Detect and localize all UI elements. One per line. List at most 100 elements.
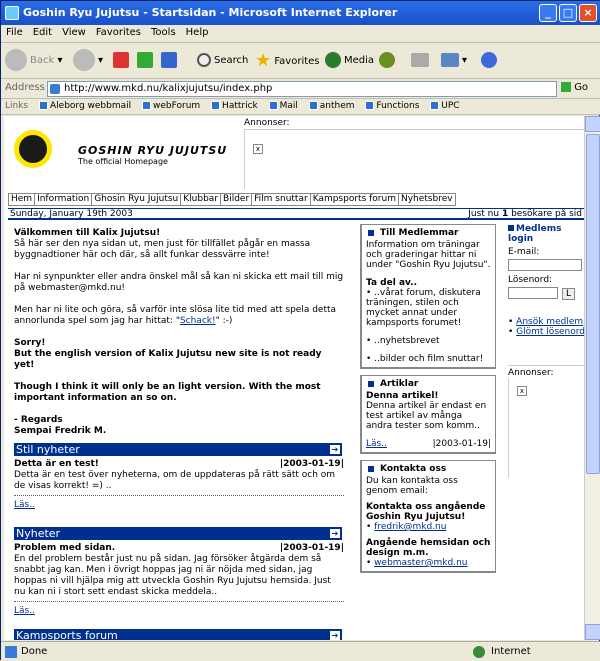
print-icon [441,53,459,67]
refresh-icon [137,52,153,68]
broken-image-icon: x [517,386,527,396]
ads-label: Annonser: [244,118,290,128]
nav-nyhetsbrev[interactable]: Nyhetsbrev [399,194,456,205]
forward-button[interactable]: ▾ [73,47,103,75]
nav-film[interactable]: Film snuttar [252,194,311,205]
scroll-down-button[interactable] [585,624,600,640]
link-upc[interactable]: UPC [430,99,460,114]
link-hattrick[interactable]: Hattrick [211,99,258,114]
welcome-intro: Välkommen till Kalix Jujutsu! Så här ser … [14,228,311,260]
login-column: Medlems login E-mail: Lösenord: L • Ansö… [508,224,584,478]
nav-forum[interactable]: Kampsports forum [311,194,399,205]
middle-column: Till Medlemmar Information om träningar … [360,224,496,579]
date-line: Sunday, January 19th 2003 Just nu 1 besö… [8,208,584,220]
ad-area: x [244,129,584,189]
visitor-count: Just nu 1 besökare på sid [468,209,582,219]
star-icon: ★ [255,50,272,71]
home-button[interactable] [161,47,180,75]
menu-favorites[interactable]: Favorites [91,25,146,40]
schack-link[interactable]: Schack! [180,316,216,326]
site-logo [14,130,52,168]
welcome-light: Though I think it will only be an light … [14,382,321,403]
link-anthem[interactable]: anthem [308,99,355,114]
link-aleborg[interactable]: Aleborg webbmail [39,99,131,114]
forgot-password-link[interactable]: Glömt lösenord [516,327,584,337]
apply-member-link[interactable]: Ansök medlem [516,317,583,327]
close-button[interactable]: × [579,4,597,22]
messenger-button[interactable] [481,47,500,75]
nav-bilder[interactable]: Bilder [221,194,253,205]
maximize-button[interactable]: □ [559,4,577,22]
scroll-thumb[interactable] [586,134,600,474]
media-icon [325,52,341,68]
arrow-right-icon[interactable]: ➔ [330,529,340,538]
search-button[interactable]: Search [197,47,248,75]
go-button[interactable]: Go [561,82,588,93]
history-button[interactable] [379,47,398,75]
address-input[interactable]: http://www.mkd.nu/kalixjujutsu/index.php [47,81,557,97]
vertical-scrollbar[interactable] [584,116,600,640]
zone-text: Internet [491,646,531,657]
mail-button[interactable] [411,47,432,75]
status-text: Done [21,646,48,657]
read-more-stil-link[interactable]: Läs.. [14,500,35,510]
webmaster-email-link[interactable]: webmaster@mkd.nu [374,558,467,568]
read-more-article-link[interactable]: Läs.. [366,439,387,449]
media-button[interactable]: Media [325,47,374,75]
fredrik-email-link[interactable]: fredrik@mkd.nu [374,522,446,532]
ie-icon [5,6,19,20]
stop-button[interactable] [113,47,132,75]
nav-bar: Hem Information Ghosin Ryu Jujutsu Klubbar B… [8,193,456,206]
page-status-icon [5,646,17,658]
bullet-square-icon [368,380,374,387]
read-more-nyheter-link[interactable]: Läs.. [14,606,35,616]
menu-bar: File Edit View Favorites Tools Help [1,25,600,67]
login-title: Medlems login [508,224,562,244]
signature: - Regards Sempai Fredrik M. [14,415,107,436]
status-bar: Done Internet [1,641,600,661]
menu-help[interactable]: Help [181,25,214,40]
section-forum: Kampsports forum ➔ [14,629,342,640]
article-nyheter: Problem med sidan. |2003-01-19| En del pr… [14,543,344,602]
back-button[interactable]: Back ▾ [5,47,62,75]
menu-tools[interactable]: Tools [146,25,181,40]
messenger-icon [481,52,497,68]
refresh-button[interactable] [137,47,156,75]
links-label: Links [5,101,29,111]
welcome-sorry: Sorry! But the english version of Kalix J… [14,338,322,370]
menu-edit[interactable]: Edit [28,25,57,40]
link-functions[interactable]: Functions [365,99,419,114]
password-input[interactable] [508,287,558,299]
favorites-button[interactable]: ★ Favorites [255,47,320,75]
link-webforum[interactable]: webForum [142,99,200,114]
history-icon [379,52,395,68]
address-label: Address [5,82,45,93]
print-button[interactable]: ▾ [441,47,467,75]
link-icon [142,101,152,110]
minimize-button[interactable]: _ [539,4,557,22]
home-icon [161,52,177,68]
menu-view[interactable]: View [57,25,91,40]
back-arrow-icon [5,49,27,71]
title-bar: Goshin Ryu Jujutsu - Startsidan - Micros… [1,1,600,25]
internet-zone-icon [473,646,485,658]
section-nyheter: Nyheter ➔ [14,527,342,540]
link-icon [211,101,221,110]
login-button[interactable]: L [562,288,576,300]
address-bar: Address http://www.mkd.nu/kalixjujutsu/i… [1,79,600,99]
nav-hem[interactable]: Hem [8,194,36,205]
nav-ghosin[interactable]: Ghosin Ryu Jujutsu [92,194,182,205]
link-mail[interactable]: Mail [268,99,298,114]
forward-arrow-icon [73,49,95,71]
link-icon [39,101,48,110]
arrow-right-icon[interactable]: ➔ [330,445,340,454]
nav-klubbar[interactable]: Klubbar [181,194,222,205]
email-input[interactable] [508,259,582,271]
members-box: Till Medlemmar Information om träningar … [360,224,496,369]
menu-file[interactable]: File [1,25,28,40]
arrow-right-icon[interactable]: ➔ [330,631,340,640]
nav-information[interactable]: Information [35,194,93,205]
link-icon [365,101,375,110]
scroll-up-button[interactable] [585,116,600,132]
bullet-square-icon [508,225,514,231]
